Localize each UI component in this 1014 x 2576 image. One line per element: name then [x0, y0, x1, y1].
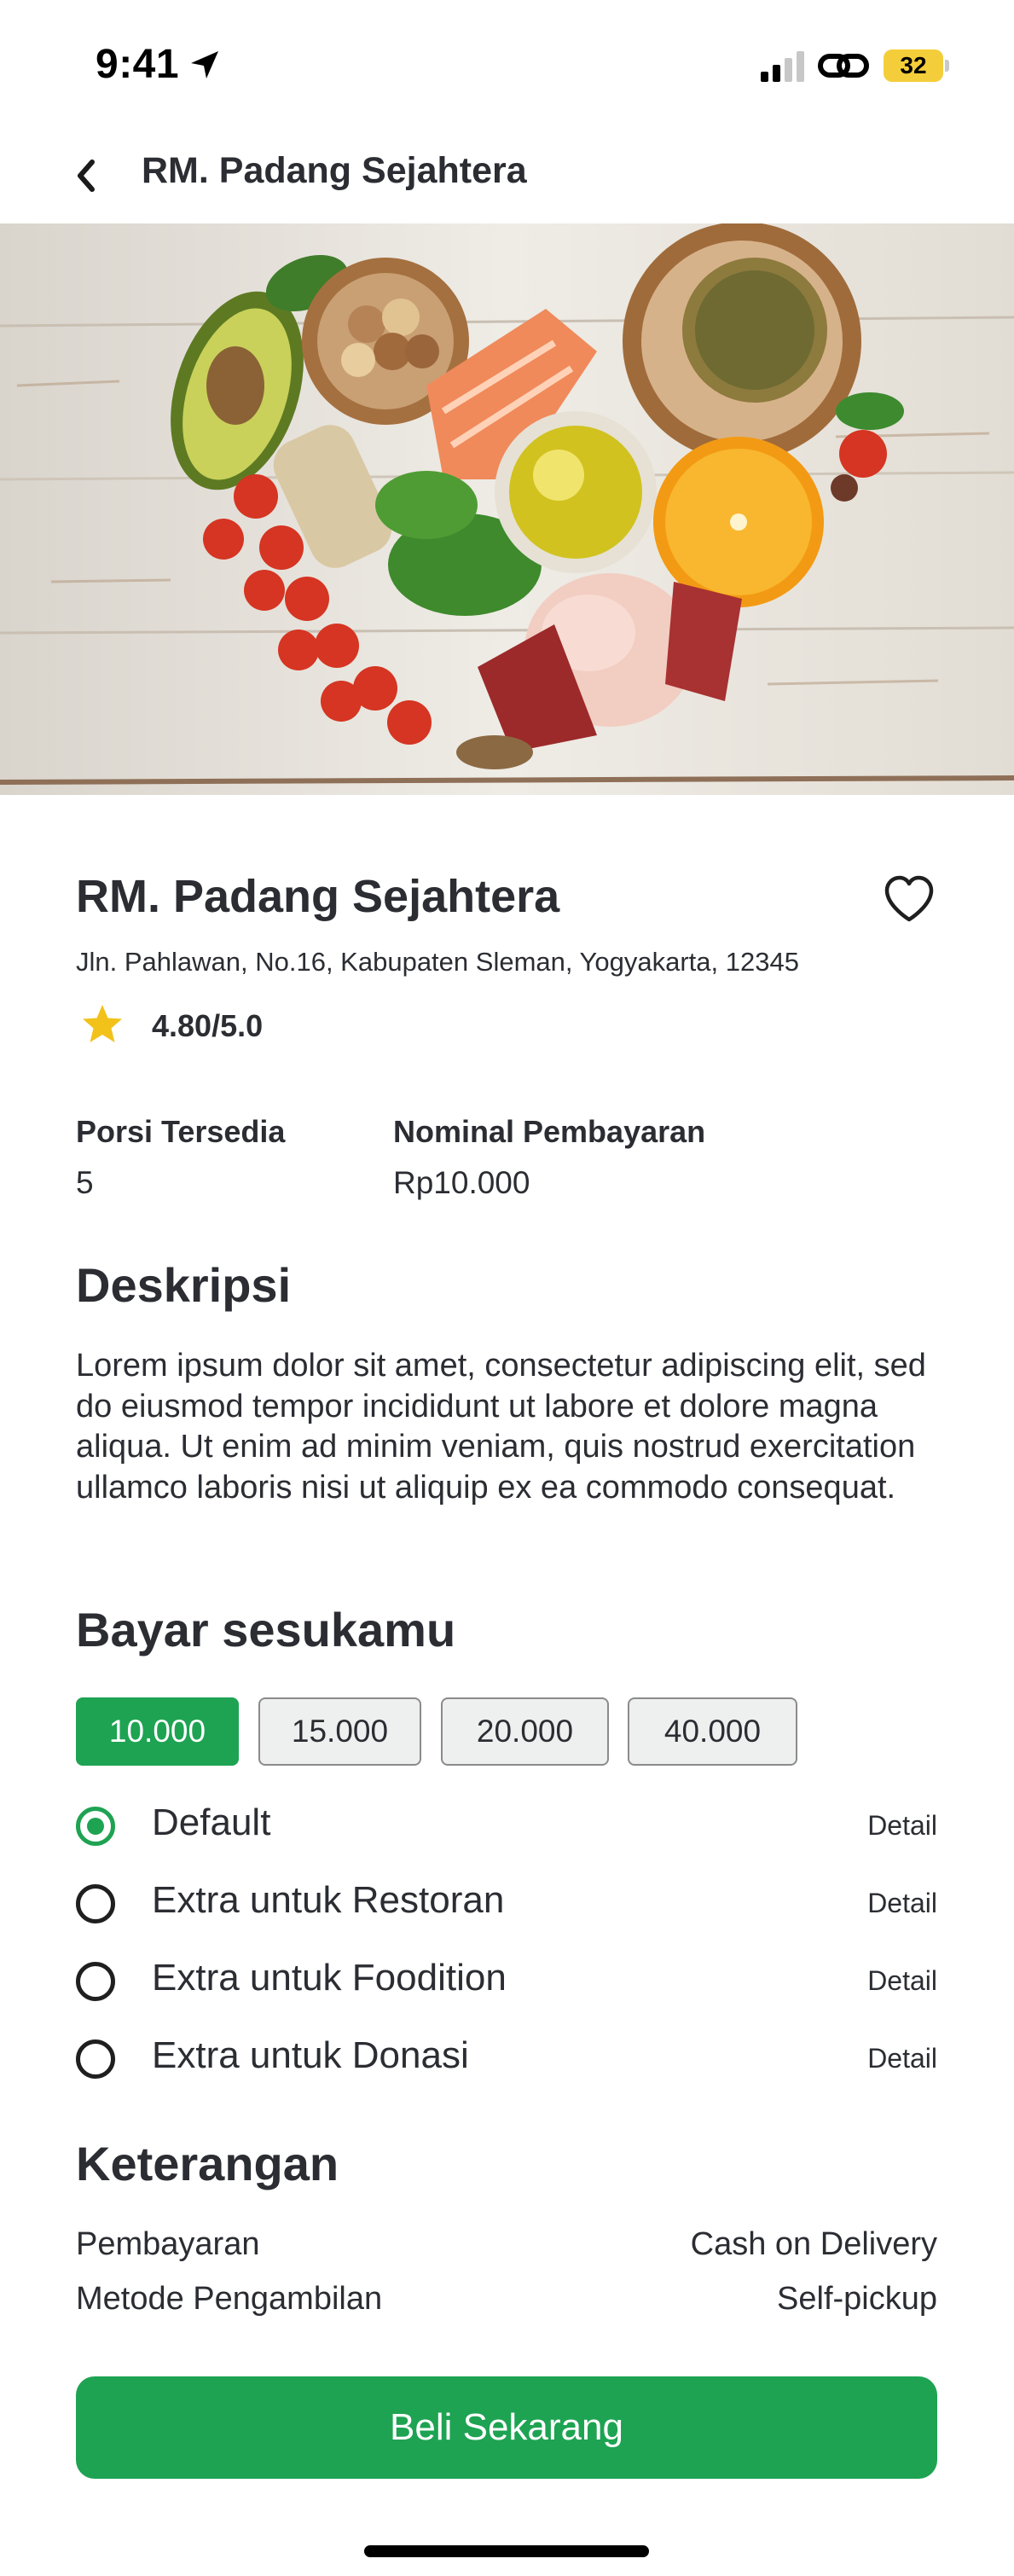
pay-section-title: Bayar sesukamu	[76, 1603, 456, 1656]
detail-link[interactable]: Detail	[867, 1810, 937, 1842]
status-time: 9:41	[96, 42, 180, 87]
radio-button[interactable]	[76, 1962, 115, 2001]
location-arrow-icon	[191, 51, 218, 78]
personal-hotspot-link-icon	[818, 54, 869, 78]
payment-method-value: Cash on Delivery	[690, 2226, 937, 2262]
radio-label: Extra untuk Restoran	[152, 1879, 505, 1921]
detail-link[interactable]: Detail	[867, 2043, 937, 2074]
radio-option-default[interactable]: Default Detail	[76, 1796, 937, 1856]
app-header: RM. Padang Sejahtera	[0, 128, 1014, 223]
restaurant-name: RM. Padang Sejahtera	[76, 871, 560, 922]
restaurant-address: Jln. Pahlawan, No.16, Kabupaten Sleman, …	[76, 947, 799, 977]
payment-nominal-label: Nominal Pembayaran	[393, 1114, 706, 1149]
amount-chip-40000[interactable]: 40.000	[628, 1697, 797, 1766]
detail-link[interactable]: Detail	[867, 1965, 937, 1997]
battery-tip	[945, 60, 949, 72]
radio-dot	[87, 1818, 104, 1835]
payment-nominal-value: Rp10.000	[393, 1165, 530, 1200]
keterangan-row-pickup: Metode Pengambilan Self-pickup	[76, 2281, 937, 2324]
radio-button-checked[interactable]	[76, 1807, 115, 1846]
buy-now-button[interactable]: Beli Sekarang	[76, 2376, 937, 2479]
radio-button[interactable]	[76, 1884, 115, 1923]
battery-icon: 32	[884, 49, 949, 82]
pickup-method-value: Self-pickup	[777, 2281, 937, 2317]
radio-button[interactable]	[76, 2039, 115, 2079]
portion-label: Porsi Tersedia	[76, 1114, 286, 1149]
radio-option-extra-foodition[interactable]: Extra untuk Foodition Detail	[76, 1952, 937, 2011]
status-bar: 9:41 32	[0, 0, 1014, 128]
portion-value: 5	[76, 1165, 94, 1200]
payment-method-label: Pembayaran	[76, 2226, 260, 2262]
healthy-food-photo	[0, 223, 1014, 795]
description-title: Deskripsi	[76, 1258, 292, 1312]
hero-image	[0, 223, 1014, 795]
heart-outline-icon[interactable]	[882, 873, 936, 925]
radio-label: Extra untuk Foodition	[152, 1957, 507, 1999]
page-title: RM. Padang Sejahtera	[142, 150, 527, 191]
battery-level: 32	[900, 52, 927, 78]
amount-chip-10000[interactable]: 10.000	[76, 1697, 239, 1766]
radio-option-extra-restoran[interactable]: Extra untuk Restoran Detail	[76, 1874, 937, 1934]
radio-option-extra-donasi[interactable]: Extra untuk Donasi Detail	[76, 2029, 937, 2089]
star-icon	[83, 1005, 122, 1042]
radio-label: Default	[152, 1801, 271, 1843]
detail-link[interactable]: Detail	[867, 1888, 937, 1919]
chevron-left-icon[interactable]	[70, 154, 101, 198]
description-text: Lorem ipsum dolor sit amet, consectetur …	[76, 1348, 926, 1506]
amount-chip-15000[interactable]: 15.000	[258, 1697, 421, 1766]
keterangan-row-payment: Pembayaran Cash on Delivery	[76, 2226, 937, 2269]
amount-chip-20000[interactable]: 20.000	[441, 1697, 609, 1766]
cellular-signal-icon	[761, 51, 804, 82]
radio-label: Extra untuk Donasi	[152, 2034, 469, 2076]
rating-value: 4.80/5.0	[152, 1008, 264, 1043]
home-indicator[interactable]	[364, 2545, 649, 2557]
keterangan-title: Keterangan	[76, 2137, 339, 2190]
pickup-method-label: Metode Pengambilan	[76, 2281, 383, 2317]
